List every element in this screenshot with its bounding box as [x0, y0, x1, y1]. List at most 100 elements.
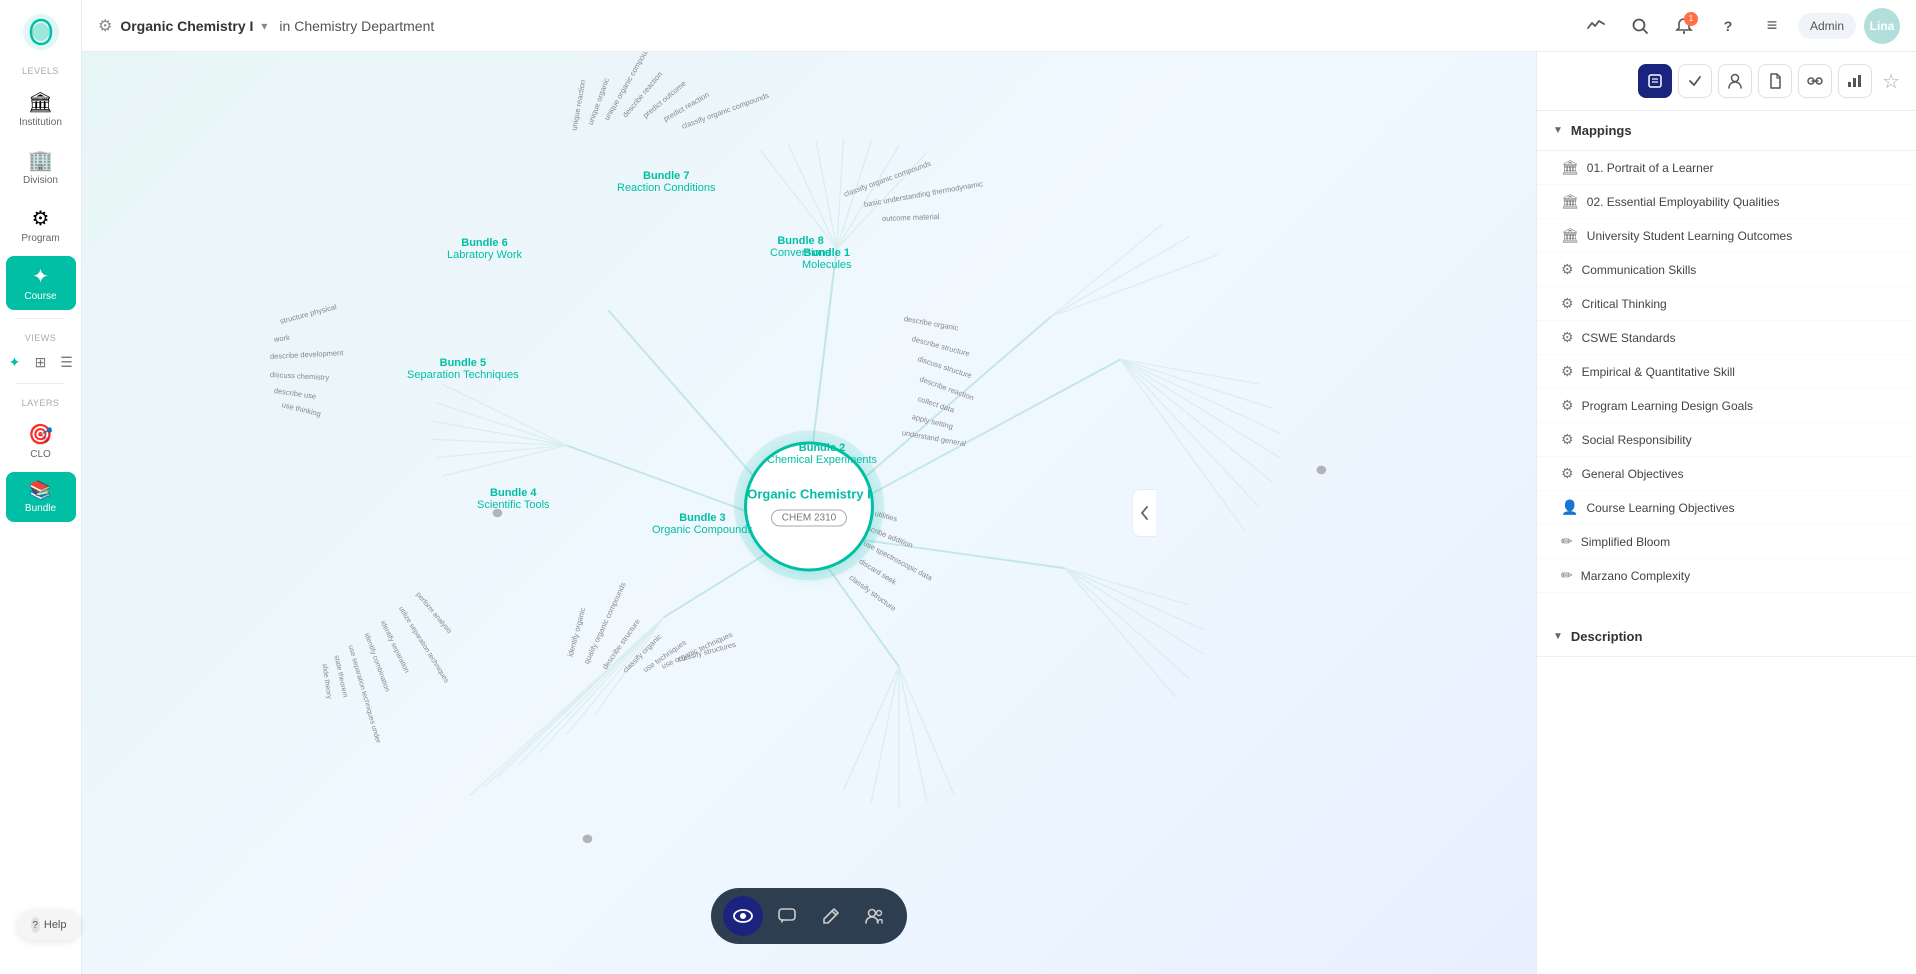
admin-label[interactable]: Admin — [1798, 13, 1856, 39]
chart-view-button[interactable] — [1838, 64, 1872, 98]
topbar: ⚙ Organic Chemistry I ▾ in Chemistry Dep… — [82, 0, 1916, 52]
mapping-gear-icon-8: ⚙ — [1561, 431, 1574, 448]
menu-button[interactable]: ≡ — [1754, 8, 1790, 44]
sidebar-item-clo[interactable]: 🎯 CLO — [6, 414, 76, 468]
leaf-top-5: predict outcome — [641, 79, 688, 120]
mapping-view-button[interactable] — [1638, 64, 1672, 98]
leaf-lu-3: describe development — [270, 348, 344, 361]
bundle-3[interactable]: Bundle 3 Organic Compounds — [652, 512, 753, 536]
spacer — [1537, 593, 1916, 617]
sidebar-item-course[interactable]: ✦ Course — [6, 256, 76, 310]
leaf-rl-4: discard seek — [858, 557, 898, 587]
mapping-item-5[interactable]: ⚙ CSWE Standards — [1537, 321, 1916, 355]
leaf-ll-2: utilize separation techniques — [397, 606, 450, 685]
sidebar-divider-2 — [16, 383, 65, 384]
leaf-b-4: classify organic — [621, 632, 664, 675]
leaf-top-6: predict reaction — [662, 90, 711, 123]
view-grid[interactable]: ⊞ — [30, 351, 52, 373]
leaf-ru-3: discuss structure — [917, 354, 973, 380]
mapping-person-icon-10: 👤 — [1561, 499, 1578, 516]
mindmap-canvas[interactable]: Organic Chemistry I CHEM 2310 Bundle 1 M… — [82, 52, 1536, 974]
center-node-title: Organic Chemistry I — [747, 487, 871, 504]
views-group: ✦ ⊞ ☰ — [4, 351, 78, 373]
leaf-b-1: identify organic — [566, 607, 588, 658]
view-radial[interactable]: ✦ — [4, 351, 26, 373]
favorite-button[interactable]: ☆ — [1882, 69, 1900, 94]
notification-button[interactable]: 1 — [1666, 8, 1702, 44]
mapping-item-4[interactable]: ⚙ Critical Thinking — [1537, 287, 1916, 321]
sidebar-item-institution[interactable]: 🏛 Institution — [6, 82, 76, 136]
right-panel: ☆ ▼ Mappings 🏛 01. Portrait of a Learner… — [1536, 52, 1916, 974]
views-label: VIEWS — [25, 333, 57, 343]
mapping-edit-icon-11: ✏ — [1561, 533, 1573, 550]
mapping-item-11[interactable]: ✏ Simplified Bloom — [1537, 525, 1916, 559]
users-button[interactable] — [855, 896, 895, 936]
mapping-item-12[interactable]: ✏ Marzano Complexity — [1537, 559, 1916, 593]
leaf-ll-4: identify combination — [363, 632, 391, 693]
search-button[interactable] — [1622, 8, 1658, 44]
bundle-icon: 📚 — [29, 480, 51, 501]
mappings-arrow: ▼ — [1553, 125, 1563, 136]
mapping-item-10[interactable]: 👤 Course Learning Objectives — [1537, 491, 1916, 525]
leaf-lu-6: use thinking — [281, 400, 322, 418]
sidebar-item-bundle[interactable]: 📚 Bundle — [6, 472, 76, 522]
leaf-ru-2: describe structure — [911, 334, 971, 358]
view-list[interactable]: ☰ — [56, 351, 78, 373]
bundle-2[interactable]: Bundle 2 Chemical Experiments — [767, 442, 877, 466]
mapping-item-9[interactable]: ⚙ General Objectives — [1537, 457, 1916, 491]
link-view-button[interactable] — [1798, 64, 1832, 98]
mapping-item-2[interactable]: 🏛 University Student Learning Outcomes — [1537, 219, 1916, 253]
check-view-button[interactable] — [1678, 64, 1712, 98]
leaf-ll-5: use separation techniques under — [347, 645, 382, 745]
mappings-section-header[interactable]: ▼ Mappings — [1537, 111, 1916, 151]
leaf-lu-5: describe use — [273, 386, 316, 401]
leaf-rb8-1: classify organic compounds — [842, 159, 932, 199]
mapping-item-7[interactable]: ⚙ Program Learning Design Goals — [1537, 389, 1916, 423]
chat-button[interactable] — [767, 896, 807, 936]
course-settings-icon: ⚙ — [98, 16, 112, 36]
mapping-edit-icon-12: ✏ — [1561, 567, 1573, 584]
description-arrow: ▼ — [1553, 631, 1563, 642]
institution-icon: 🏛 — [28, 90, 53, 115]
activity-button[interactable] — [1578, 8, 1614, 44]
division-icon: 🏢 — [28, 148, 53, 173]
help-button[interactable]: ? Help — [17, 910, 81, 940]
mapping-item-0[interactable]: 🏛 01. Portrait of a Learner — [1537, 151, 1916, 185]
bundle-4[interactable]: Bundle 4 Scientific Tools — [477, 487, 550, 511]
mapping-gear-icon-7: ⚙ — [1561, 397, 1574, 414]
leaf-b-5: use techniques — [641, 638, 687, 674]
leaf-top-3: unique organic compounds — [602, 52, 655, 122]
panel-toggle-button[interactable] — [1132, 489, 1156, 537]
leaf-top-7: classify organic compounds — [680, 91, 770, 131]
content-area: Organic Chemistry I CHEM 2310 Bundle 1 M… — [82, 52, 1916, 974]
mapping-item-6[interactable]: ⚙ Empirical & Quantitative Skill — [1537, 355, 1916, 389]
bundle-8[interactable]: Bundle 8 Conversions — [770, 235, 831, 259]
leaf-ll-1: perform analysis — [414, 591, 452, 635]
doc-view-button[interactable] — [1758, 64, 1792, 98]
bundle-5[interactable]: Bundle 5 Separation Techniques — [407, 357, 519, 381]
app-logo[interactable] — [19, 10, 63, 54]
bundle-7[interactable]: Bundle 7 Reaction Conditions — [617, 170, 715, 194]
right-panel-toolbar: ☆ — [1537, 52, 1916, 111]
user-avatar[interactable]: Lina — [1864, 8, 1900, 44]
center-node-badge: CHEM 2310 — [771, 509, 847, 526]
title-dropdown[interactable]: ▾ — [261, 19, 267, 33]
leaf-ru-4: describe reaction — [918, 374, 975, 402]
sidebar-item-program[interactable]: ⚙ Program — [6, 198, 76, 252]
mapping-item-1[interactable]: 🏛 02. Essential Employability Qualities — [1537, 185, 1916, 219]
leaf-ru-5: collect data — [917, 394, 956, 414]
description-section-header[interactable]: ▼ Description — [1537, 617, 1916, 657]
person-view-button[interactable] — [1718, 64, 1752, 98]
mapping-item-3[interactable]: ⚙ Communication Skills — [1537, 253, 1916, 287]
eye-button[interactable] — [723, 896, 763, 936]
layers-label: LAYERS — [22, 398, 60, 408]
levels-label: LEVELS — [22, 66, 59, 76]
sidebar: LEVELS 🏛 Institution 🏢 Division ⚙ Progra… — [0, 0, 82, 974]
help-topbar-button[interactable]: ? — [1710, 8, 1746, 44]
leaf-b-3: describe structure — [600, 617, 642, 671]
sidebar-item-division[interactable]: 🏢 Division — [6, 140, 76, 194]
mapping-item-8[interactable]: ⚙ Social Responsibility — [1537, 423, 1916, 457]
edit-button[interactable] — [811, 896, 851, 936]
sidebar-divider-1 — [16, 318, 65, 319]
bundle-6[interactable]: Bundle 6 Labratory Work — [447, 237, 522, 261]
